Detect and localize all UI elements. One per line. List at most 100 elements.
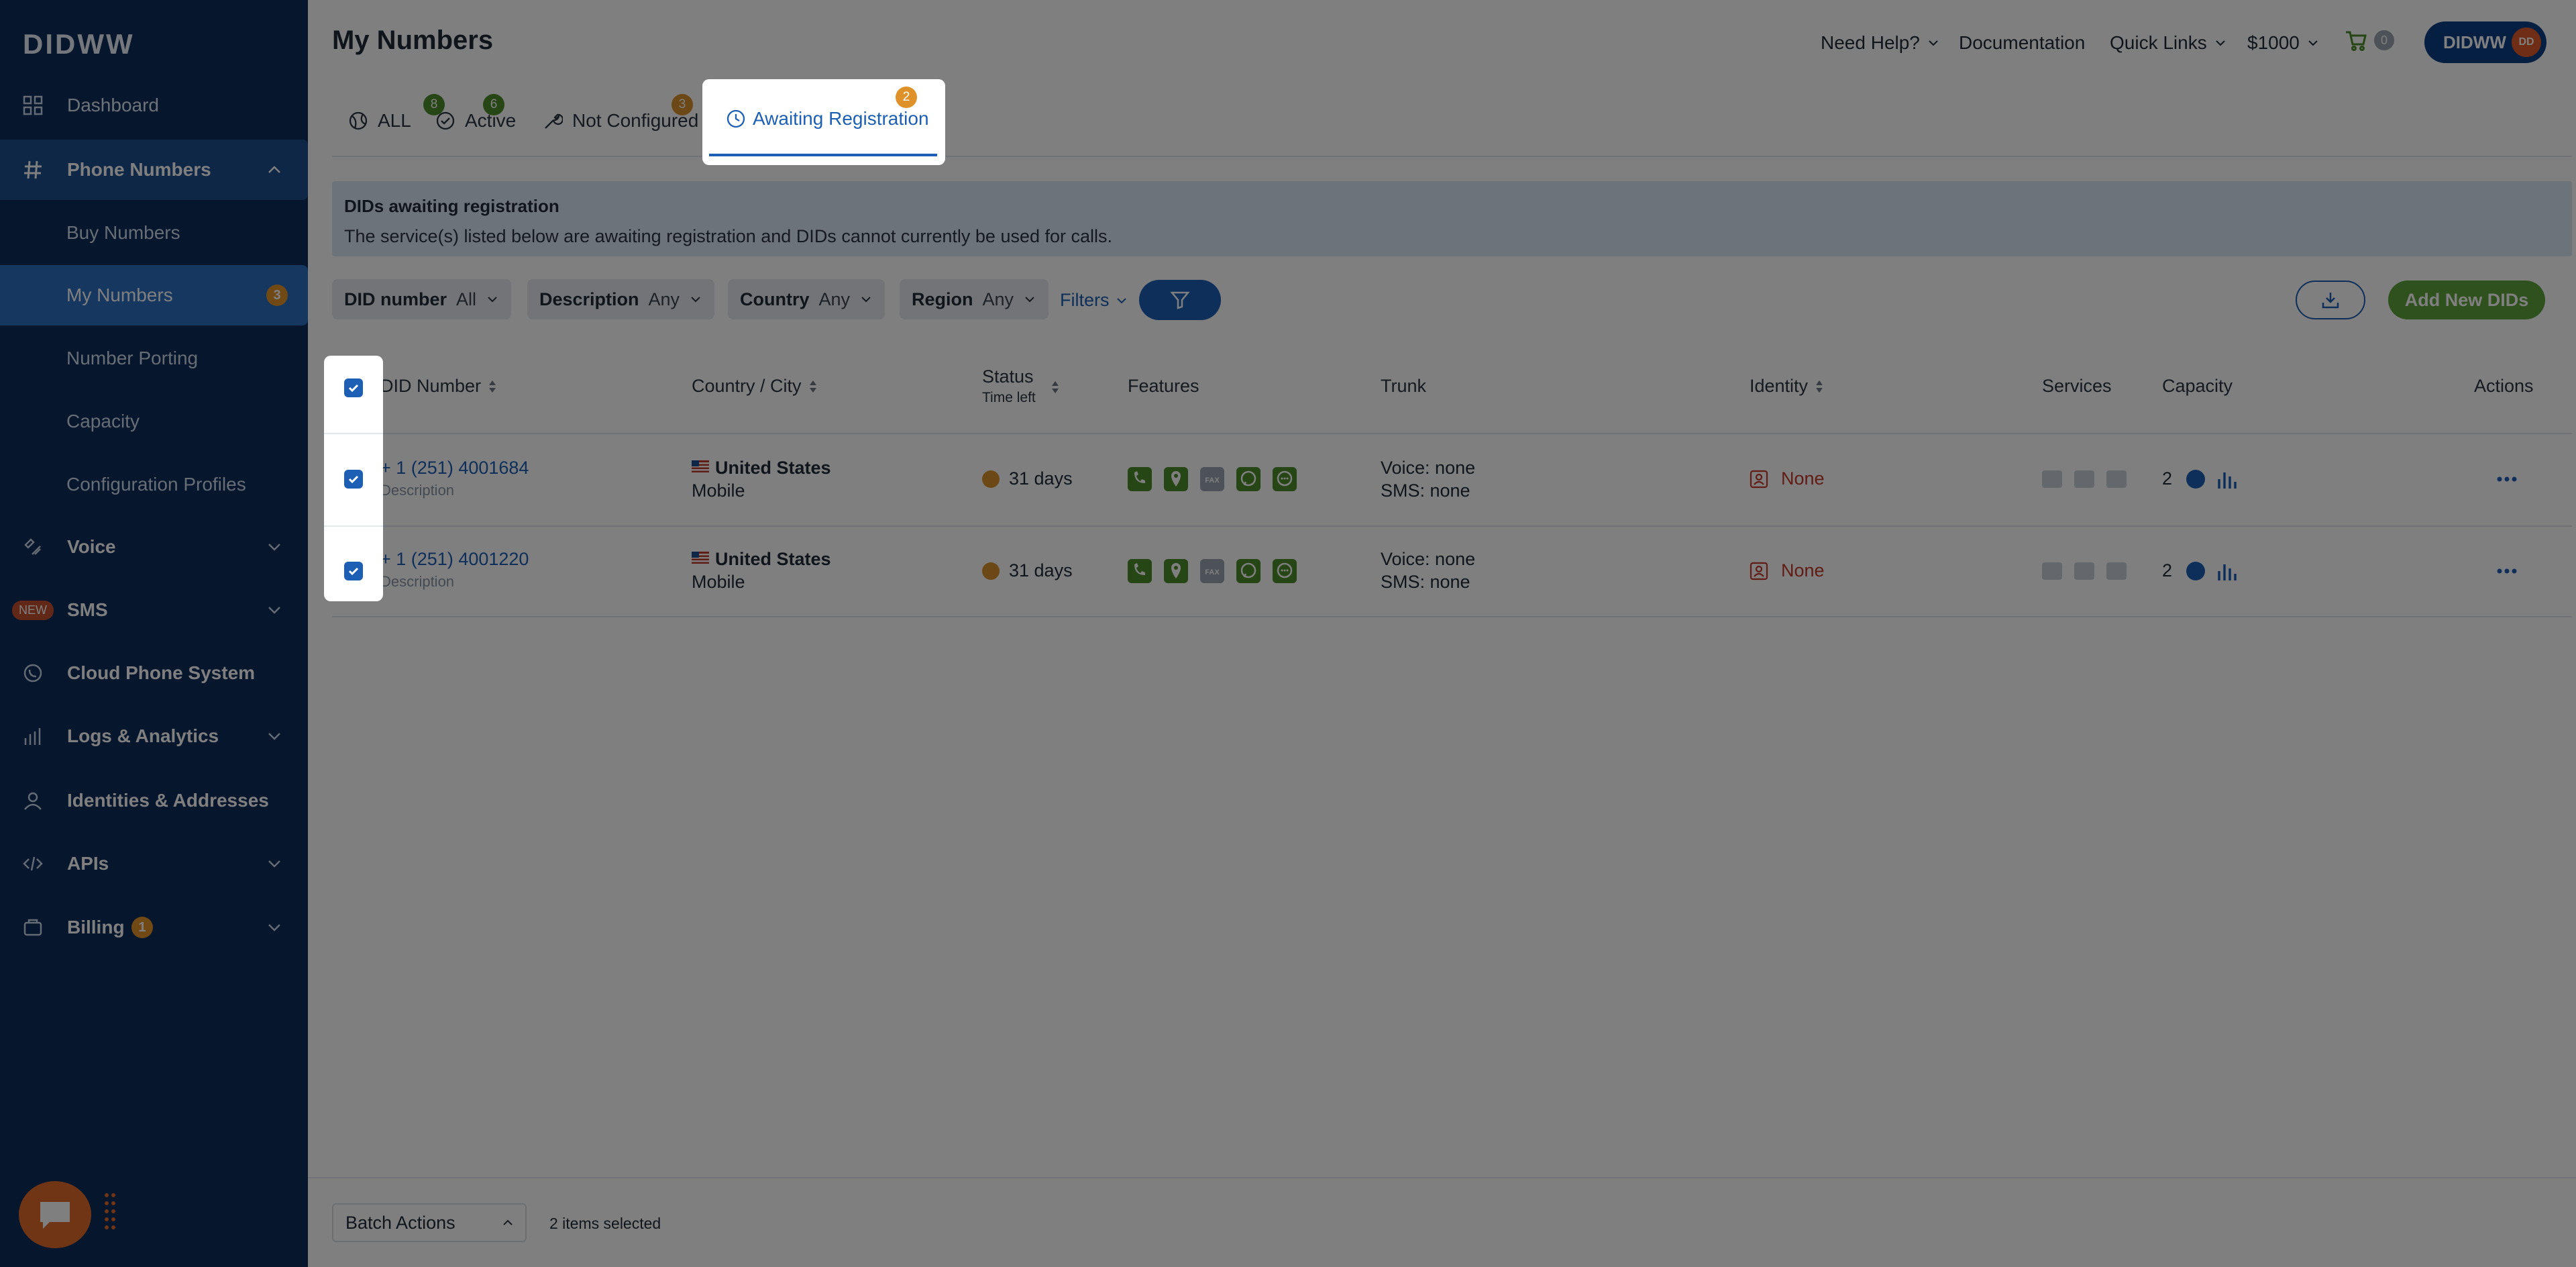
chevron-down-icon [268, 607, 280, 614]
capacity-chart-icon[interactable] [2216, 560, 2237, 585]
count-badge: 3 [266, 285, 288, 306]
voice-feature-icon [1128, 467, 1152, 491]
identity-status[interactable]: None [1781, 560, 1825, 581]
sidebar-item-label: Logs & Analytics [67, 725, 219, 746]
tab-label: Awaiting Registration [753, 108, 929, 129]
svg-text:FAX: FAX [1205, 476, 1220, 485]
tab-count: 3 [672, 94, 693, 115]
sidebar-subitem-capacity[interactable]: Capacity [0, 391, 308, 452]
sidebar-item-logs-analytics[interactable]: Logs & Analytics [0, 706, 308, 766]
chevron-down-icon [2216, 40, 2225, 46]
sidebar-subitem-label: Capacity [66, 411, 140, 432]
clock-icon [727, 109, 745, 128]
col-did-number[interactable]: DID Number [380, 376, 497, 397]
did-description[interactable]: Description [380, 573, 454, 591]
tab-awaiting-registration[interactable]: 2 Awaiting Registration [702, 79, 945, 165]
sidebar-item-identities-addresses[interactable]: Identities & Addresses [0, 770, 308, 831]
sidebar-subitem-my-numbers[interactable]: My Numbers 3 [0, 265, 308, 325]
account-menu-button[interactable]: DIDWW DD [2424, 21, 2546, 63]
sidebar-item-cloud-phone-system[interactable]: Cloud Phone System [0, 643, 308, 703]
check-circle-icon [436, 111, 455, 130]
check-icon [348, 384, 359, 393]
row-divider [324, 433, 383, 434]
chat-feature-icon [1273, 467, 1297, 491]
column-label: Identity [1750, 376, 1809, 396]
col-country-city[interactable]: Country / City [692, 376, 818, 397]
filter-value: Any [648, 289, 680, 309]
filter-did-number[interactable]: DID number All [332, 279, 512, 319]
add-new-dids-button[interactable]: Add New DIDs [2388, 281, 2545, 319]
sidebar-item-label: Identities & Addresses [67, 790, 269, 811]
trunk-sms: SMS: none [1381, 572, 1470, 592]
need-help-dropdown[interactable]: Need Help? [1821, 32, 1940, 54]
capacity-chart-icon[interactable] [2216, 468, 2237, 493]
filter-country[interactable]: Country Any [728, 279, 885, 319]
sidebar-subitem-label: Configuration Profiles [66, 474, 246, 495]
check-icon [348, 567, 359, 576]
quick-links-dropdown[interactable]: Quick Links [2110, 32, 2227, 54]
account-label: DIDWW [2443, 32, 2506, 52]
identity-status[interactable]: None [1781, 468, 1825, 489]
tab-not-configured[interactable]: 3 Not Configured [543, 94, 698, 148]
sidebar-subitem-buy-numbers[interactable]: Buy Numbers [0, 203, 308, 263]
count-badge: 1 [131, 917, 153, 938]
filter-description[interactable]: Description Any [527, 279, 715, 319]
voice-icon [21, 536, 44, 558]
chevron-down-icon [1929, 40, 1938, 46]
need-help-label: Need Help? [1821, 32, 1920, 53]
filter-value: Any [818, 289, 851, 309]
row-checkbox[interactable] [344, 562, 363, 580]
select-all-checkbox[interactable] [344, 378, 363, 397]
chevron-down-icon [2308, 40, 2318, 46]
wrench-icon [545, 113, 563, 129]
sidebar-item-apis[interactable]: APIs [0, 833, 308, 894]
download-button[interactable] [2296, 281, 2365, 319]
filters-link[interactable]: Filters [1060, 290, 1128, 311]
chevron-down-icon [861, 297, 871, 303]
row-divider [332, 616, 2572, 617]
sidebar-subitem-configuration-profiles[interactable]: Configuration Profiles [0, 454, 308, 515]
batch-actions-select[interactable]: Batch Actions [332, 1203, 527, 1242]
chat-widget-button[interactable] [19, 1181, 91, 1248]
did-number-link[interactable]: + 1 (251) 4001684 [380, 458, 529, 478]
checkbox-column-highlight [324, 356, 383, 601]
documentation-link[interactable]: Documentation [1959, 32, 2085, 54]
download-icon [2322, 293, 2339, 309]
balance-dropdown[interactable]: $1000 [2247, 32, 2320, 54]
filter-region[interactable]: Region Any [900, 279, 1049, 319]
sidebar-item-sms[interactable]: NEW SMS [0, 580, 308, 640]
col-status[interactable]: Status Time left [982, 366, 1036, 406]
sidebar-item-phone-numbers[interactable]: Phone Numbers [0, 140, 308, 200]
us-flag-icon [692, 552, 709, 564]
sidebar-item-dashboard[interactable]: Dashboard [0, 75, 308, 136]
tab-active[interactable]: 6 Active [435, 94, 516, 148]
sidebar-item-label: APIs [67, 853, 109, 874]
sip-service-icon [2042, 470, 2062, 488]
did-description[interactable]: Description [380, 482, 454, 499]
apply-filter-button[interactable] [1139, 280, 1221, 320]
sidebar-subitem-number-porting[interactable]: Number Porting [0, 328, 308, 389]
sidebar-item-voice[interactable]: Voice [0, 517, 308, 577]
capacity-value: 2 [2162, 560, 2173, 580]
sort-icon [489, 380, 496, 393]
column-label: Actions [2474, 376, 2534, 396]
drag-handle-icon[interactable] [103, 1192, 117, 1233]
chevron-down-icon [1116, 297, 1126, 303]
filter-key: DID number [344, 289, 447, 309]
identity-icon [1750, 470, 1768, 489]
row-actions-menu-icon[interactable] [2496, 566, 2518, 578]
chevron-down-icon [1025, 297, 1034, 303]
col-features: Features [1128, 376, 1199, 397]
col-identity[interactable]: Identity [1750, 376, 1824, 397]
chevron-down-icon [691, 297, 700, 303]
brand-logo[interactable]: DIDWW [23, 28, 135, 60]
sort-icon[interactable] [1051, 380, 1060, 395]
did-number-link[interactable]: + 1 (251) 4001220 [380, 549, 529, 570]
row-actions-menu-icon[interactable] [2496, 474, 2518, 486]
cart-button[interactable]: 0 [2345, 30, 2394, 51]
tab-all[interactable]: 8 ALL [348, 94, 445, 148]
sidebar-item-billing[interactable]: Billing 1 [0, 897, 308, 958]
row-checkbox[interactable] [344, 470, 363, 489]
trunk-voice: Voice: none [1381, 549, 1476, 569]
column-sublabel: Time left [982, 390, 1036, 405]
